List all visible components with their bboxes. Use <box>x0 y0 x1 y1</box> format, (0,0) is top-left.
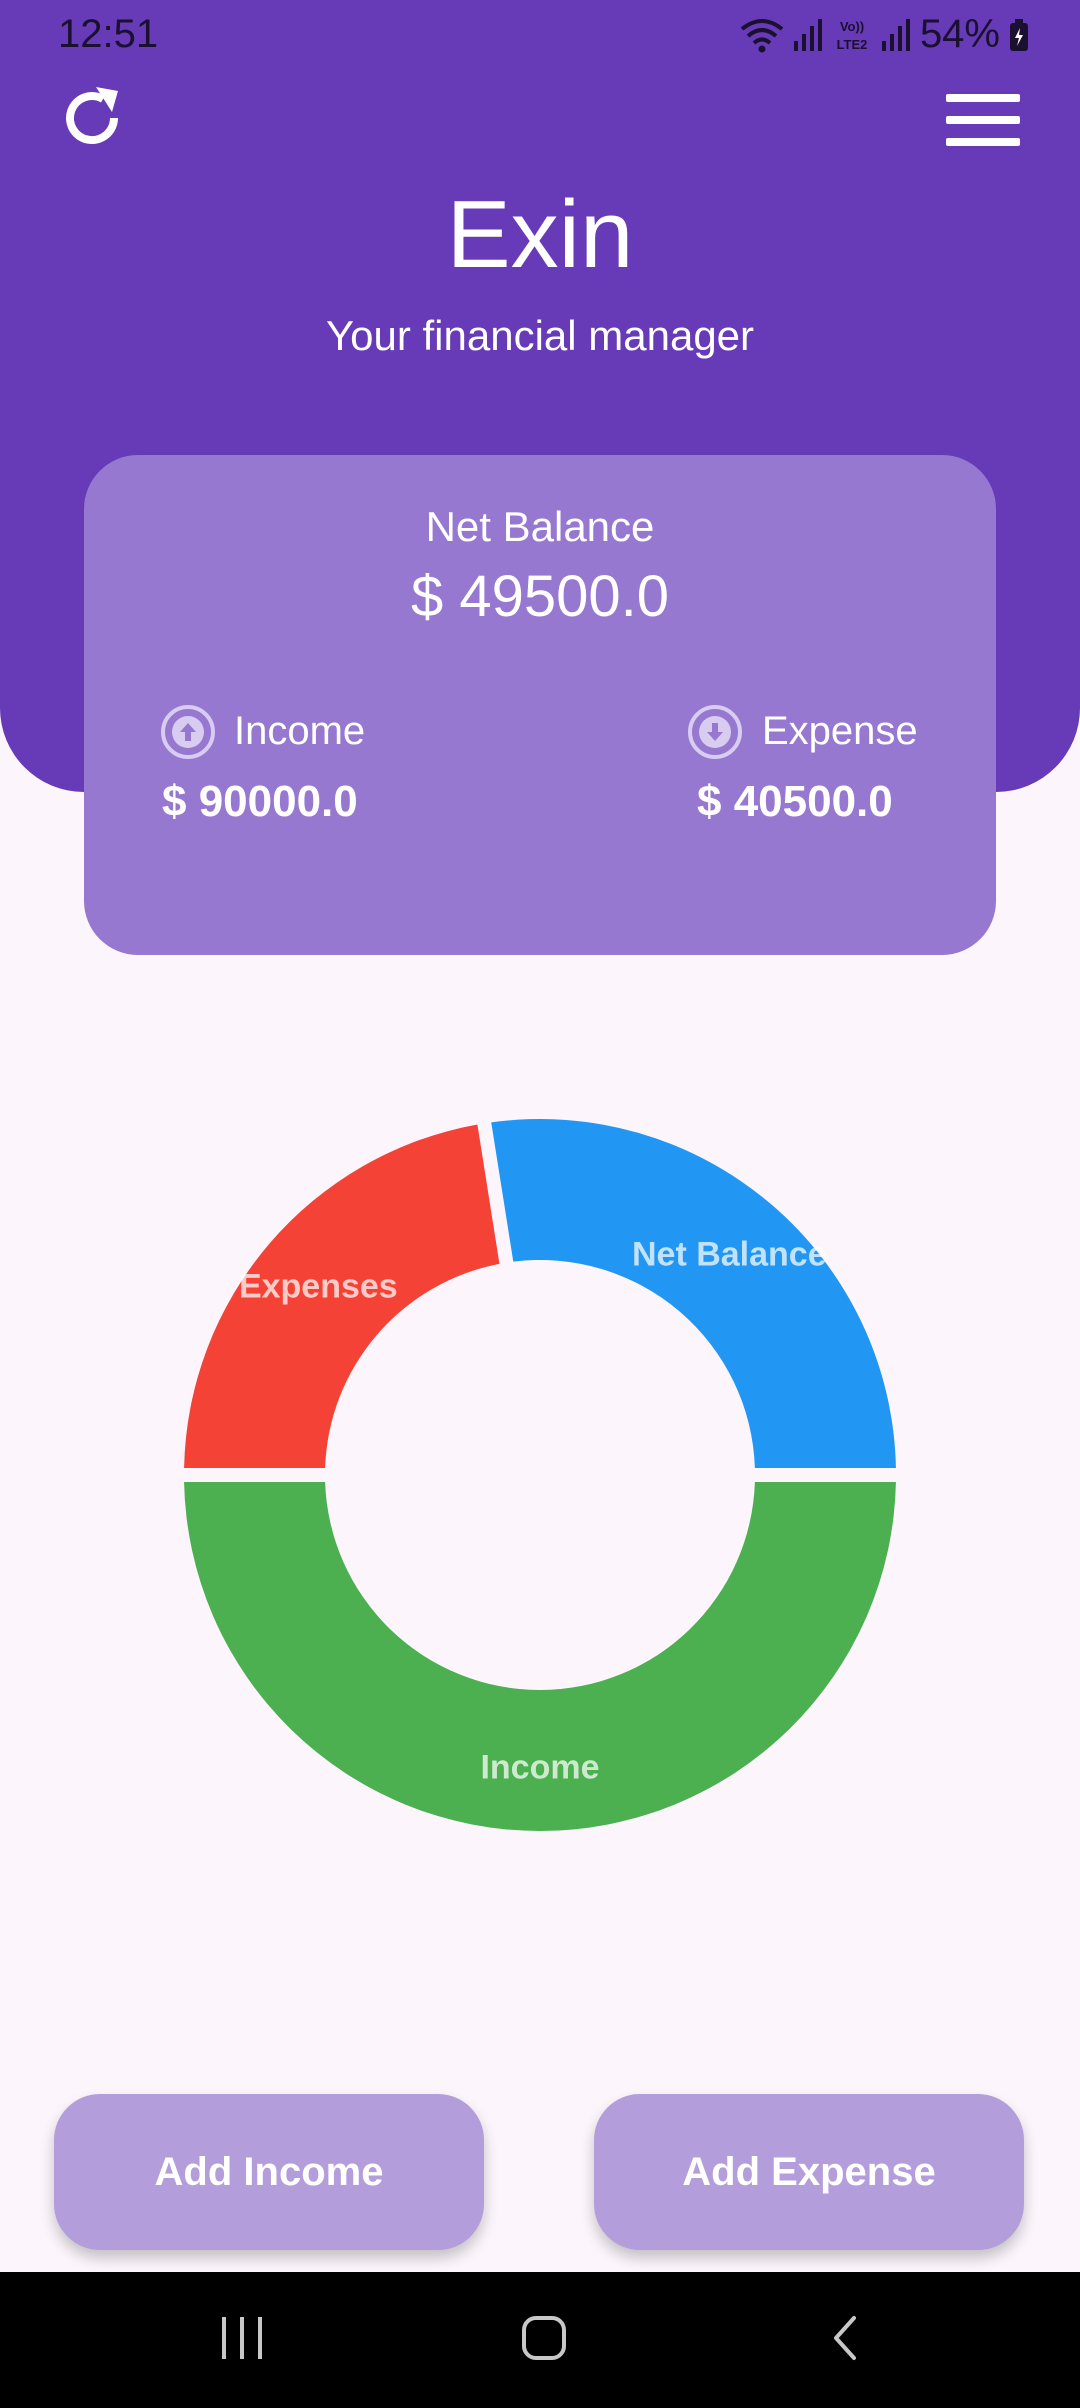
income-label: Income <box>234 709 366 753</box>
signal-icon <box>792 17 824 53</box>
home-button[interactable] <box>464 2272 624 2408</box>
arrow-up-circle-icon <box>160 704 216 760</box>
recents-icon <box>218 2315 266 2366</box>
signal-icon <box>880 17 912 53</box>
income-value: $ 90000.0 <box>162 777 358 826</box>
volte-icon: Vo)) LTE2 <box>832 17 872 53</box>
home-icon <box>520 2314 568 2367</box>
system-nav-bar <box>0 2272 1080 2408</box>
slice-net-balance <box>491 1119 896 1469</box>
balance-card: Net Balance $ 49500.0 Income $ 90000.0 E… <box>84 455 996 955</box>
slice-label-income: Income <box>480 1749 599 1787</box>
menu-icon-bar-top <box>946 94 1020 102</box>
add-income-button[interactable]: Add Income <box>54 2094 484 2250</box>
svg-text:LTE2: LTE2 <box>837 37 868 52</box>
expense-value: $ 40500.0 <box>697 777 893 826</box>
app-subtitle: Your financial manager <box>325 312 755 359</box>
wifi-icon <box>740 17 784 53</box>
status-time: 12:51 <box>58 12 159 56</box>
net-balance-label: Net Balance <box>425 503 655 550</box>
back-button[interactable] <box>766 2272 926 2408</box>
recents-button[interactable] <box>162 2272 322 2408</box>
back-icon <box>828 2314 864 2367</box>
refresh-button[interactable] <box>54 82 130 158</box>
arrow-down-circle-icon <box>687 704 743 760</box>
battery-icon <box>1008 17 1030 53</box>
add-expense-button[interactable]: Add Expense <box>594 2094 1024 2250</box>
net-balance-value: $ 49500.0 <box>410 564 670 629</box>
refresh-icon <box>56 82 128 159</box>
menu-icon-bar-bottom <box>946 138 1020 146</box>
menu-icon-bar-middle <box>946 116 1020 124</box>
donut-chart-svg: Income Expenses Net Balance <box>184 1119 896 1831</box>
status-bar: 12:51 Vo)) LTE2 54% <box>0 0 1080 72</box>
expense-label: Expense <box>762 709 918 753</box>
app-title: Exin <box>446 181 634 288</box>
slice-label-net-balance: Net Balance <box>632 1235 827 1273</box>
status-icons: Vo)) LTE2 54% <box>740 12 1030 57</box>
slice-label-expenses: Expenses <box>239 1268 398 1306</box>
donut-chart: Income Expenses Net Balance <box>180 1115 900 1835</box>
menu-button[interactable] <box>946 86 1026 152</box>
svg-text:Vo)): Vo)) <box>840 19 864 34</box>
battery-percent: 54% <box>919 12 1000 56</box>
